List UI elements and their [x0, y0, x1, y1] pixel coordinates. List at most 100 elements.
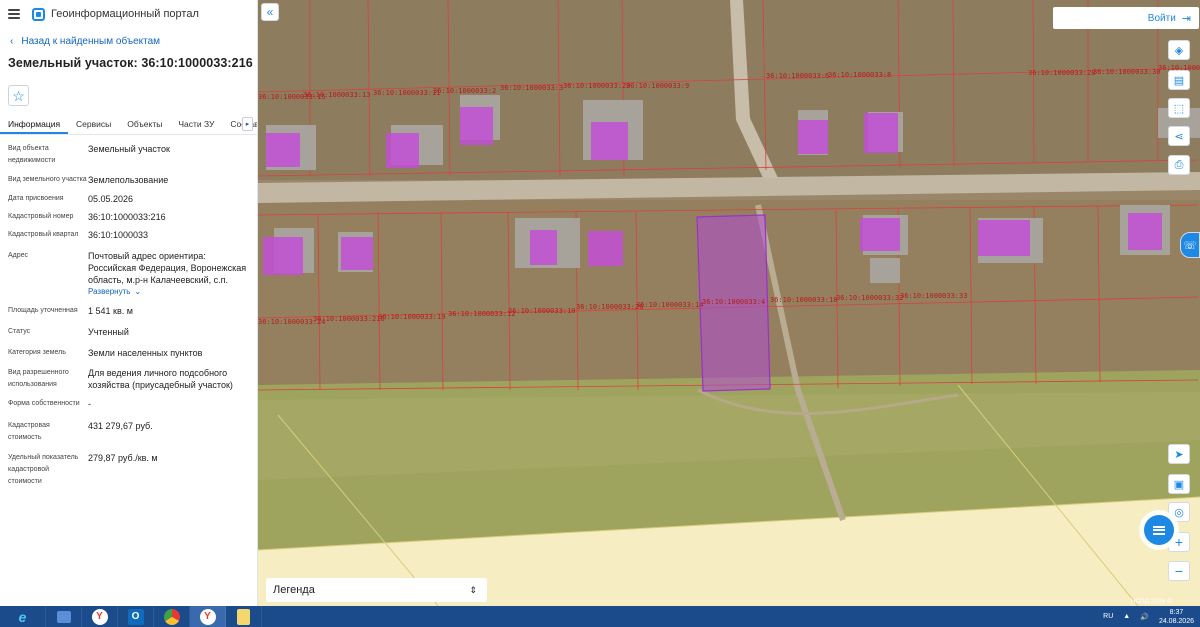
navigation-arrow-icon: ➤ — [1174, 448, 1184, 461]
tab-services[interactable]: Сервисы — [68, 113, 119, 134]
geolocation-button[interactable]: ➤ — [1168, 444, 1190, 464]
attribute-label: Площадь уточненная — [8, 307, 78, 314]
cadastral-label: 36:10:1000033:26 — [576, 303, 643, 311]
address-block: Почтовый адрес ориентира: Российская Фед… — [88, 250, 248, 298]
cadastral-label: 36:10:1000033:32 — [836, 294, 903, 302]
favorite-button[interactable]: ☆ — [8, 85, 29, 106]
info-panel: Геоинформационный портал ‹ Назад к найде… — [0, 0, 258, 606]
attribute-list: Вид объекта недвижимости Земельный участ… — [0, 135, 257, 488]
support-tab-button[interactable]: ☏ — [1180, 232, 1200, 258]
cadastral-label: 36:10:1000033:14 — [636, 301, 703, 309]
login-button[interactable]: Войти ⇥ — [1053, 7, 1199, 29]
attribute-label: Кадастровая стоимость — [8, 422, 50, 441]
cadastral-label: 36:10:1000033:33 — [900, 292, 967, 300]
taskbar-outlook[interactable]: O — [118, 606, 154, 627]
attribute-row: Вид разрешенного использования Для веден… — [8, 367, 249, 391]
printer-icon: ⎙ — [1174, 158, 1184, 171]
attribute-row: Кадастровый номер 36:10:1000033:216 — [8, 211, 249, 223]
tabs-scroll-right-button[interactable]: ▸ — [242, 117, 253, 131]
cadastral-label: 36:10:1000033:20 — [563, 82, 630, 90]
language-indicator[interactable]: RU — [1103, 613, 1113, 620]
select-area-button[interactable]: ⬚ — [1168, 98, 1190, 118]
cadastral-label: 36:10:1000033:11 — [373, 89, 440, 97]
plus-icon: + — [1174, 534, 1184, 550]
double-chevron-left-icon: « — [266, 5, 274, 19]
map-copyright: НСПД 2026 © — [1130, 598, 1172, 605]
map-view[interactable]: 36:10:1000033:15 36:10:1000033:13 36:10:… — [258, 0, 1200, 606]
taskbar: e Y O Y RU ▲ 🔊 8:37 24.08.2026 — [0, 606, 1200, 627]
share-button[interactable]: ⋖ — [1168, 126, 1190, 146]
back-link[interactable]: ‹ Назад к найденным объектам — [10, 36, 257, 47]
cadastral-label: 36:10:1000033:9 — [626, 82, 689, 90]
legend-dropdown[interactable]: Легенда ⇕ — [266, 578, 487, 602]
system-tray: RU ▲ 🔊 8:37 24.08.2026 — [1103, 606, 1194, 627]
attribute-label: Форма собственности — [8, 400, 80, 407]
print-button[interactable]: ⎙ — [1168, 155, 1190, 175]
attribute-row: Статус Учтенный — [8, 326, 249, 338]
attribute-value: 431 279,67 руб. — [88, 421, 153, 431]
attribute-row: Кадастровая стоимость 431 279,67 руб. — [8, 420, 249, 444]
map-canvas[interactable]: 36:10:1000033:15 36:10:1000033:13 36:10:… — [258, 0, 1200, 606]
layers-button[interactable]: ◈ — [1168, 40, 1190, 60]
taskbar-notes[interactable] — [226, 606, 262, 627]
outlook-icon: O — [127, 608, 144, 625]
measure-button[interactable]: ▤ — [1168, 70, 1190, 90]
cadastral-label: 36:10:1000033:13 — [303, 91, 370, 99]
clock-time: 8:37 — [1169, 608, 1184, 616]
tab-parts[interactable]: Части ЗУ — [170, 113, 222, 134]
attribute-row: Площадь уточненная 1 541 кв. м — [8, 305, 249, 317]
cadastral-label: 36:10:1000033:10 — [508, 307, 575, 315]
chrome-icon — [163, 608, 180, 625]
cadastral-label: 36:10:1000033:18 — [770, 296, 837, 304]
search-location-button[interactable]: ◎ — [1168, 502, 1190, 522]
attribute-value: Землепользование — [88, 175, 169, 185]
chat-button[interactable] — [1144, 515, 1174, 545]
attribute-value: Земли населенных пунктов — [88, 348, 203, 358]
cadastral-label: 36:10:1000033:3 — [500, 84, 563, 92]
attribute-row: Кадастровый квартал 36:10:1000033 — [8, 229, 249, 241]
share-icon: ⋖ — [1174, 130, 1184, 143]
zoom-out-button[interactable]: − — [1168, 561, 1190, 581]
chat-bubble-icon: ☏ — [1183, 239, 1197, 252]
notepad-icon — [237, 608, 250, 625]
taskbar-chrome[interactable] — [154, 606, 190, 627]
attribute-label: Категория земель — [8, 349, 66, 356]
tab-info[interactable]: Информация — [0, 113, 69, 134]
volume-icon[interactable]: 🔊 — [1140, 613, 1149, 621]
login-label: Войти — [1147, 12, 1176, 24]
taskbar-ie[interactable]: e — [0, 606, 46, 627]
attribute-label: Дата присвоения — [8, 195, 64, 202]
attribute-value: Для ведения личного подсобного хозяйства… — [88, 368, 233, 390]
page-title: Земельный участок: 36:10:1000033:216 — [8, 56, 253, 70]
attribute-label: Статус — [8, 328, 31, 335]
taskbar-yandex-browser[interactable]: Y — [190, 606, 226, 627]
taskbar-yandex[interactable]: Y — [82, 606, 118, 627]
clock[interactable]: 8:37 24.08.2026 — [1159, 608, 1194, 626]
attribute-label: Вид объекта недвижимости — [8, 145, 56, 164]
attribute-value: 1 541 кв. м — [88, 306, 133, 316]
ruler-icon: ▤ — [1173, 74, 1185, 87]
location-search-icon: ◎ — [1174, 506, 1184, 519]
expand-address-link[interactable]: Развернуть ⌄ — [88, 286, 248, 298]
collapse-panel-button[interactable]: « — [261, 3, 279, 21]
minus-icon: − — [1174, 563, 1184, 579]
login-icon: ⇥ — [1181, 12, 1191, 25]
menu-icon[interactable] — [8, 9, 20, 19]
attribute-row: Удельный показатель кадастровой стоимост… — [8, 452, 249, 488]
attribute-value: 36:10:1000033 — [88, 230, 149, 240]
back-link-label: Назад к найденным объектам — [21, 36, 161, 47]
taskbar-explorer[interactable] — [46, 606, 82, 627]
chevron-down-icon: ⌄ — [134, 287, 142, 296]
layers-icon: ◈ — [1174, 44, 1184, 57]
legend-label: Легенда — [273, 584, 315, 596]
attribute-row: Адрес Почтовый адрес ориентира: Российск… — [8, 250, 249, 298]
basemap-button[interactable]: ▣ — [1168, 474, 1190, 494]
attribute-value: 05.05.2026 — [88, 194, 134, 204]
cadastral-label: 36:10:1000033:216 — [313, 315, 385, 323]
attribute-value: 36:10:1000033:216 — [88, 212, 166, 222]
tab-objects[interactable]: Объекты — [119, 113, 170, 134]
tray-expand-icon[interactable]: ▲ — [1123, 613, 1130, 620]
yandex-icon: Y — [91, 608, 108, 625]
clock-date: 24.08.2026 — [1158, 617, 1194, 625]
attribute-value: Почтовый адрес ориентира: Российская Фед… — [88, 251, 247, 285]
